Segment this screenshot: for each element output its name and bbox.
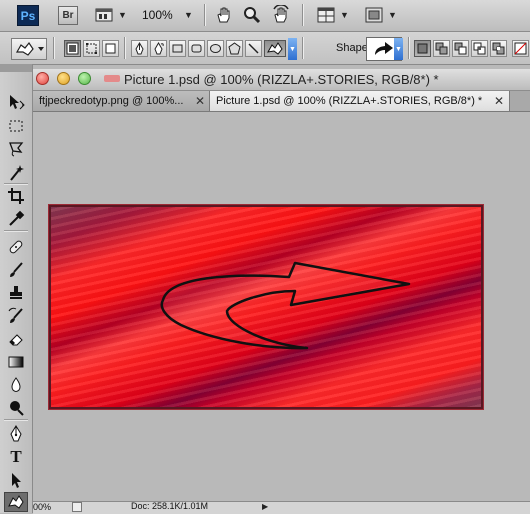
divider [302, 37, 304, 59]
divider [53, 37, 55, 59]
tab-label: ftjpeckredotyp.png @ 100%... [39, 95, 184, 107]
intersect-shape-icon[interactable] [471, 40, 488, 57]
tools-panel-header[interactable] [0, 64, 32, 72]
status-menu-button[interactable] [72, 502, 82, 512]
gradient-icon[interactable] [4, 352, 28, 371]
custom-shape-tool-icon[interactable] [4, 492, 28, 512]
divider [4, 419, 28, 421]
pen-tool-icon[interactable] [4, 424, 28, 443]
divider [4, 183, 28, 185]
type-tool-icon[interactable]: T [4, 447, 28, 466]
screen-mode-chevron-down-icon[interactable]: ▼ [388, 10, 397, 20]
style-picker-icon[interactable] [512, 40, 529, 57]
path-selection-icon[interactable] [4, 470, 28, 489]
geometry-options-chevron-down-icon[interactable]: ▼ [288, 38, 297, 60]
blur-icon[interactable] [4, 375, 28, 394]
status-bar [33, 501, 530, 514]
document-size-info: Doc: 258.1K/1.01M [131, 501, 209, 511]
view-extras-chevron-down-icon[interactable]: ▼ [118, 10, 127, 20]
paths-icon[interactable] [83, 40, 100, 57]
ellipse-icon[interactable] [207, 40, 224, 57]
arrange-chevron-down-icon[interactable]: ▼ [340, 10, 349, 20]
launch-bridge-button[interactable]: Br [58, 6, 78, 25]
move-tool-icon[interactable] [4, 92, 28, 111]
rotate-view-icon[interactable] [270, 4, 292, 26]
application-bar [0, 0, 530, 32]
rectangle-icon[interactable] [169, 40, 186, 57]
quick-selection-icon[interactable] [4, 163, 28, 182]
subtract-shape-icon[interactable] [452, 40, 469, 57]
close-tab-icon[interactable]: ✕ [195, 94, 205, 108]
clone-stamp-icon[interactable] [4, 283, 28, 302]
screen-mode-icon[interactable] [364, 6, 384, 24]
close-tab-icon[interactable]: ✕ [494, 94, 504, 108]
dodge-icon[interactable] [4, 398, 28, 417]
close-window-button[interactable] [36, 72, 49, 85]
tab-label: Picture 1.psd @ 100% (RIZZLA+.STORIES, R… [216, 95, 483, 107]
rounded-rectangle-icon[interactable] [188, 40, 205, 57]
new-shape-layer-icon[interactable] [414, 40, 431, 57]
tool-preset-picker[interactable] [11, 38, 47, 60]
divider [124, 37, 126, 59]
zoom-window-button[interactable] [78, 72, 91, 85]
shape-layers-icon[interactable] [64, 40, 81, 57]
custom-shape-icon[interactable] [264, 40, 286, 57]
history-brush-icon[interactable] [4, 306, 28, 325]
zoom-level-menu[interactable]: 100% [142, 8, 173, 22]
brush-icon[interactable] [4, 260, 28, 279]
minimize-window-button[interactable] [57, 72, 70, 85]
document-canvas[interactable] [49, 205, 483, 409]
mini-bridge-icon[interactable] [94, 6, 114, 24]
tab-ftjpeckredotyp[interactable]: ftjpeckredotyp.png @ 100%... [33, 91, 210, 111]
custom-arrow-shape[interactable] [51, 207, 481, 407]
polygon-icon[interactable] [226, 40, 243, 57]
arrange-documents-icon[interactable] [316, 6, 336, 24]
eyedropper-icon[interactable] [4, 209, 28, 228]
healing-brush-icon[interactable] [4, 237, 28, 256]
photoshop-logo: Ps [17, 5, 39, 26]
freeform-pen-icon[interactable] [150, 40, 167, 57]
marquee-tool-icon[interactable] [4, 116, 28, 135]
status-zoom-field[interactable]: 00% [33, 502, 51, 512]
crop-tool-icon[interactable] [4, 186, 28, 205]
document-proxy-icon[interactable] [104, 75, 120, 82]
exclude-shape-icon[interactable] [490, 40, 507, 57]
hand-icon[interactable] [214, 5, 234, 25]
line-icon[interactable] [245, 40, 262, 57]
eraser-icon[interactable] [4, 329, 28, 348]
tab-picture-1[interactable]: Picture 1.psd @ 100% (RIZZLA+.STORIES, R… [210, 91, 510, 111]
fill-pixels-icon[interactable] [102, 40, 119, 57]
divider [4, 230, 28, 232]
divider [408, 37, 410, 59]
pen-icon[interactable] [131, 40, 148, 57]
status-info-chevron-icon[interactable]: ▶ [262, 502, 268, 511]
zoom-chevron-down-icon[interactable]: ▼ [184, 10, 193, 20]
shape-chevron-down-icon[interactable]: ▼ [394, 38, 403, 60]
window-title: Picture 1.psd @ 100% (RIZZLA+.STORIES, R… [124, 72, 439, 87]
zoom-icon[interactable] [242, 5, 262, 25]
divider [302, 4, 304, 26]
divider [204, 4, 206, 26]
lasso-tool-icon[interactable] [4, 139, 28, 158]
add-to-shape-icon[interactable] [433, 40, 450, 57]
